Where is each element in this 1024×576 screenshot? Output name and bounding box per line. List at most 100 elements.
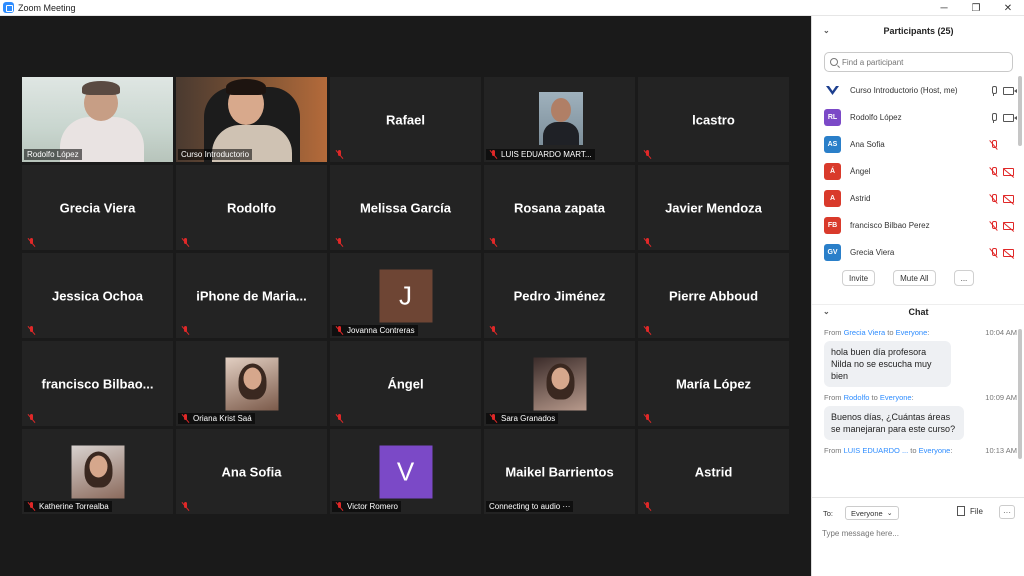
video-tile[interactable]: iPhone de Maria... — [176, 253, 327, 338]
video-tile[interactable]: Sara Granados — [484, 341, 635, 426]
video-tile[interactable]: Oriana Krist Saá — [176, 341, 327, 426]
muted-mic-icon[interactable] — [989, 139, 998, 150]
participant-row[interactable]: AS Ana Sofia — [824, 131, 1014, 158]
gallery-grid: Rodolfo López Curso Introductorio Rafael LU… — [22, 77, 789, 514]
tile-label — [640, 237, 658, 248]
tile-label: Oriana Krist Saá — [178, 413, 255, 424]
participant-name: Melissa García — [359, 200, 452, 215]
video-tile[interactable]: Rosana zapata — [484, 165, 635, 250]
file-label: File — [970, 506, 983, 516]
video-tile[interactable]: Maikel Barrientos Connecting to audio ··· — [484, 429, 635, 514]
video-tile[interactable]: Astrid — [638, 429, 789, 514]
participant-row[interactable]: FB francisco Bilbao Perez — [824, 212, 1014, 239]
chat-time: 10:13 AM — [985, 446, 1017, 455]
video-tile[interactable]: Rodolfo López — [22, 77, 173, 162]
chat-header: ⌄ Chat — [812, 304, 1024, 318]
video-tile[interactable]: Ángel — [330, 341, 481, 426]
participants-title: Participants (25) — [883, 26, 954, 36]
muted-mic-icon — [489, 326, 498, 335]
file-button[interactable]: File — [957, 506, 983, 516]
participant-row[interactable]: Á Ángel — [824, 158, 1014, 185]
video-tile[interactable]: Pedro Jiménez — [484, 253, 635, 338]
participant-row[interactable]: GV Grecia Viera — [824, 239, 1014, 266]
microphone-icon[interactable] — [989, 112, 998, 123]
participant-list: Curso Introductorio (Host, me) RL Rodolfo … — [824, 77, 1017, 266]
participant-search[interactable] — [824, 52, 1013, 72]
tile-label: Curso Introductorio — [178, 149, 253, 160]
video-tile[interactable]: Pierre Abboud — [638, 253, 789, 338]
video-tile[interactable]: Melissa García — [330, 165, 481, 250]
recipient-select[interactable]: Everyone ⌄ — [845, 506, 899, 520]
tile-label: Rodolfo López — [24, 149, 82, 160]
profile-photo — [225, 357, 278, 410]
participants-scrollbar[interactable] — [1018, 76, 1022, 146]
tile-label: LUIS EDUARDO MART... — [486, 149, 595, 160]
collapse-participants-icon[interactable]: ⌄ — [823, 27, 831, 35]
muted-mic-icon[interactable] — [989, 193, 998, 204]
muted-mic-icon — [643, 238, 652, 247]
video-tile[interactable]: J Jovanna Contreras — [330, 253, 481, 338]
chat-message-input[interactable] — [822, 525, 1012, 541]
tile-label — [640, 149, 658, 160]
video-tile[interactable]: Katherine Torrealba — [22, 429, 173, 514]
close-button[interactable]: ✕ — [992, 0, 1024, 16]
from-word: From — [824, 446, 842, 455]
video-tile[interactable]: V Victor Romero — [330, 429, 481, 514]
video-tile[interactable]: LUIS EDUARDO MART... — [484, 77, 635, 162]
video-tile[interactable]: Jessica Ochoa — [22, 253, 173, 338]
muted-mic-icon[interactable] — [989, 220, 998, 231]
chat-message-meta: From Rodolfo to Everyone: 10:09 AM — [824, 393, 1017, 404]
muted-mic-icon — [489, 414, 498, 423]
muted-mic-icon — [27, 238, 36, 247]
muted-mic-icon[interactable] — [989, 166, 998, 177]
participant-row[interactable]: A Astrid — [824, 185, 1014, 212]
muted-mic-icon[interactable] — [989, 247, 998, 258]
chat-scrollbar[interactable] — [1018, 329, 1022, 459]
more-options-button[interactable]: ... — [953, 270, 975, 286]
collapse-chat-icon[interactable]: ⌄ — [823, 308, 831, 316]
profile-photo — [533, 357, 586, 410]
video-tile[interactable]: Javier Mendoza — [638, 165, 789, 250]
microphone-icon[interactable] — [989, 85, 998, 96]
chat-message: From LUIS EDUARDO ... to Everyone: 10:13 … — [824, 446, 1017, 457]
participant-row[interactable]: Curso Introductorio (Host, me) — [824, 77, 1017, 104]
chat-sender[interactable]: Rodolfo — [844, 393, 870, 402]
tile-label: Katherine Torrealba — [24, 501, 112, 512]
zoom-app-icon — [3, 2, 14, 13]
participant-name: Rosana zapata — [513, 200, 606, 215]
chat-sender-line: From LUIS EDUARDO ... to Everyone: — [824, 446, 953, 455]
participant-actions: Invite Mute All ... — [842, 270, 975, 286]
camera-off-icon[interactable] — [1003, 167, 1014, 176]
video-tile[interactable]: Curso Introductorio — [176, 77, 327, 162]
video-tile[interactable]: Grecia Viera — [22, 165, 173, 250]
participant-search-input[interactable] — [842, 57, 1012, 67]
chat-sender[interactable]: LUIS EDUARDO ... — [844, 446, 909, 455]
video-tile[interactable]: María López — [638, 341, 789, 426]
chat-recipient: Everyone — [879, 393, 912, 402]
from-word: From — [824, 328, 842, 337]
mute-all-button[interactable]: Mute All — [893, 270, 936, 286]
chat-more-button[interactable]: ··· — [999, 505, 1015, 519]
video-tile[interactable]: lcastro — [638, 77, 789, 162]
participant-name: Grecia Viera — [59, 200, 136, 215]
tile-name-label: Sara Granados — [501, 414, 556, 423]
participant-list-name: Ana Sofia — [850, 140, 885, 149]
muted-mic-icon — [643, 150, 652, 159]
participant-row[interactable]: RL Rodolfo López — [824, 104, 1017, 131]
video-tile[interactable]: Rafael — [330, 77, 481, 162]
camera-off-icon[interactable] — [1003, 194, 1014, 203]
video-tile[interactable]: francisco Bilbao... — [22, 341, 173, 426]
camera-icon[interactable] — [1003, 86, 1017, 95]
video-tile[interactable]: Ana Sofia — [176, 429, 327, 514]
camera-icon[interactable] — [1003, 113, 1017, 122]
chat-time: 10:04 AM — [985, 328, 1017, 337]
participant-name: Astrid — [694, 464, 733, 479]
minimize-button[interactable]: ─ — [928, 0, 960, 16]
video-tile[interactable]: Rodolfo — [176, 165, 327, 250]
camera-off-icon[interactable] — [1003, 221, 1014, 230]
camera-off-icon[interactable] — [1003, 248, 1014, 257]
invite-button[interactable]: Invite — [842, 270, 876, 286]
chat-sender[interactable]: Grecia Viera — [844, 328, 886, 337]
maximize-button[interactable]: ❐ — [960, 0, 992, 16]
tile-name-label: Victor Romero — [347, 502, 398, 511]
